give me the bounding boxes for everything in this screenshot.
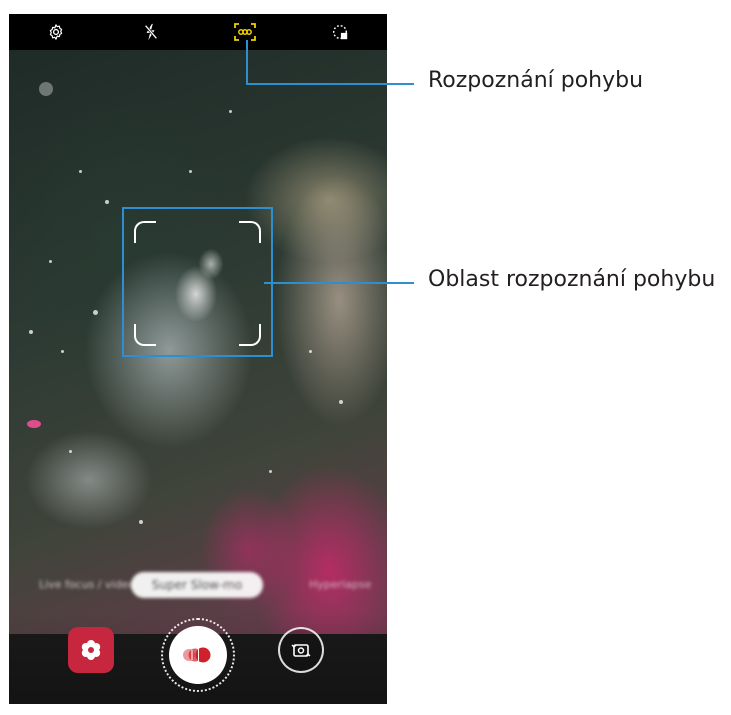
water-droplet <box>269 470 272 473</box>
water-droplet <box>189 170 192 173</box>
mode-option-selected[interactable]: Super Slow-mo <box>131 572 263 598</box>
callout-line-area <box>264 282 414 284</box>
camera-top-bar <box>9 14 387 50</box>
water-droplet <box>61 350 64 353</box>
record-button[interactable] <box>169 626 227 684</box>
ratio-icon[interactable] <box>322 14 358 50</box>
water-droplet <box>39 82 53 96</box>
camera-screen: Live focus / video Super Slow-mo Hyperla… <box>9 14 387 704</box>
manual-figure: Live focus / video Super Slow-mo Hyperla… <box>0 0 731 715</box>
gallery-button[interactable] <box>68 627 114 673</box>
water-droplet <box>79 170 82 173</box>
mode-option-left[interactable]: Live focus / video <box>39 578 135 591</box>
callout-line-vertical <box>246 40 248 85</box>
water-droplet <box>49 260 52 263</box>
mode-option-right[interactable]: Hyperlapse <box>309 578 371 591</box>
water-droplet <box>309 350 312 353</box>
callout-motion-detection: Rozpoznání pohybu <box>428 68 644 93</box>
water-droplet <box>93 310 98 315</box>
switch-camera-icon <box>291 644 311 657</box>
water-droplet <box>339 400 343 404</box>
callout-motion-detection-area: Oblast rozpoznání pohybu <box>428 267 716 292</box>
water-droplet <box>29 330 33 334</box>
water-droplet <box>229 110 232 113</box>
water-droplet <box>69 450 72 453</box>
switch-camera-button[interactable] <box>278 627 324 673</box>
super-slow-mo-record-icon <box>183 647 211 663</box>
flash-off-icon[interactable] <box>133 14 169 50</box>
water-droplet <box>27 420 41 428</box>
flower-icon <box>81 640 101 660</box>
settings-icon[interactable] <box>38 14 74 50</box>
callout-line-horizontal <box>246 83 414 85</box>
water-droplet <box>105 200 109 204</box>
water-droplet <box>139 520 143 524</box>
motion-detection-area-highlight <box>122 207 273 357</box>
